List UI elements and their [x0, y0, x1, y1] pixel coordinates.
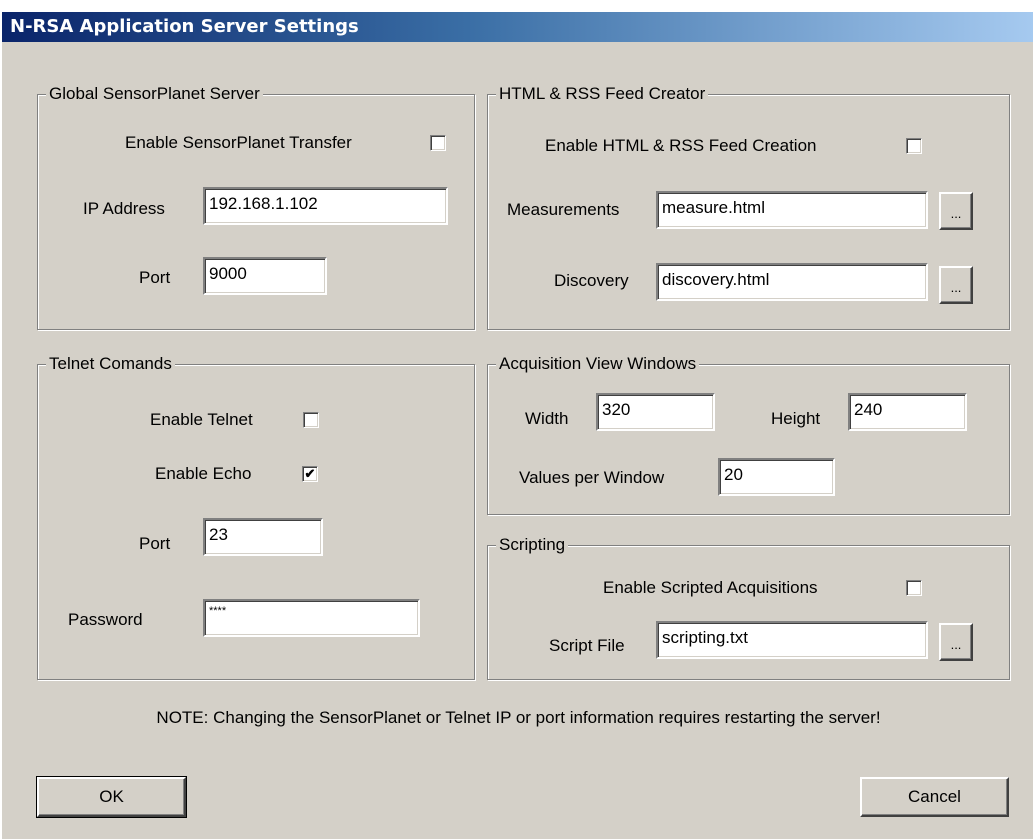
window-title-bar[interactable]: N-RSA Application Server Settings: [2, 12, 1033, 42]
ok-button[interactable]: OK: [37, 777, 186, 817]
html-rss-legend: HTML & RSS Feed Creator: [496, 84, 709, 104]
script-file-browse-button[interactable]: ...: [939, 623, 973, 661]
values-per-window-input[interactable]: 20: [718, 458, 835, 496]
telnet-legend: Telnet Comands: [46, 354, 175, 374]
telnet-port-label: Port: [139, 534, 171, 553]
enable-scripted-label: Enable Scripted Acquisitions: [603, 578, 818, 597]
enable-scripted-checkbox[interactable]: [906, 580, 922, 596]
script-file-input[interactable]: scripting.txt: [656, 621, 928, 659]
window-top-edge: [2, 0, 1033, 12]
discovery-input[interactable]: discovery.html: [656, 263, 928, 301]
values-per-window-label: Values per Window: [519, 468, 665, 487]
global-sensorplanet-group: Global SensorPlanet Server Enable Sensor…: [37, 84, 475, 330]
width-input[interactable]: 320: [596, 393, 715, 431]
discovery-browse-button[interactable]: ...: [939, 266, 973, 304]
height-input[interactable]: 240: [848, 393, 967, 431]
cancel-button[interactable]: Cancel: [860, 777, 1009, 817]
enable-echo-checkbox[interactable]: ✔: [302, 466, 318, 482]
window-title: N-RSA Application Server Settings: [10, 16, 359, 37]
enable-html-rss-checkbox[interactable]: [906, 138, 922, 154]
telnet-group: Telnet Comands Enable Telnet Enable Echo…: [37, 354, 475, 680]
enable-html-rss-label: Enable HTML & RSS Feed Creation: [545, 136, 817, 155]
restart-note: NOTE: Changing the SensorPlanet or Telne…: [156, 708, 881, 727]
ip-address-input[interactable]: 192.168.1.102: [203, 187, 448, 225]
scripting-legend: Scripting: [496, 535, 569, 555]
script-file-label: Script File: [549, 636, 625, 655]
enable-sensorplanet-checkbox[interactable]: [430, 135, 446, 151]
telnet-password-input[interactable]: ****: [203, 599, 420, 637]
ip-address-label: IP Address: [83, 199, 165, 218]
telnet-port-input[interactable]: 23: [203, 518, 323, 556]
height-label: Height: [771, 409, 821, 428]
measurements-input[interactable]: measure.html: [656, 191, 928, 229]
enable-echo-label: Enable Echo: [155, 464, 252, 483]
html-rss-group: HTML & RSS Feed Creator Enable HTML & RS…: [487, 84, 1010, 330]
global-sensorplanet-legend: Global SensorPlanet Server: [46, 84, 263, 104]
enable-telnet-label: Enable Telnet: [150, 410, 253, 429]
measurements-browse-button[interactable]: ...: [939, 192, 973, 230]
sensorplanet-port-input[interactable]: 9000: [203, 257, 327, 295]
enable-sensorplanet-label: Enable SensorPlanet Transfer: [125, 133, 352, 152]
sensorplanet-port-label: Port: [139, 268, 171, 287]
scripting-group: Scripting Enable Scripted Acquisitions S…: [487, 535, 1010, 680]
acquisition-legend: Acquisition View Windows: [496, 354, 700, 374]
telnet-password-label: Password: [68, 610, 143, 629]
settings-dialog: N-RSA Application Server Settings Global…: [0, 0, 1033, 839]
discovery-label: Discovery: [554, 271, 629, 290]
width-label: Width: [525, 409, 569, 428]
enable-telnet-checkbox[interactable]: [303, 412, 319, 428]
measurements-label: Measurements: [507, 200, 620, 219]
acquisition-group: Acquisition View Windows Width 320 Heigh…: [487, 354, 1010, 515]
